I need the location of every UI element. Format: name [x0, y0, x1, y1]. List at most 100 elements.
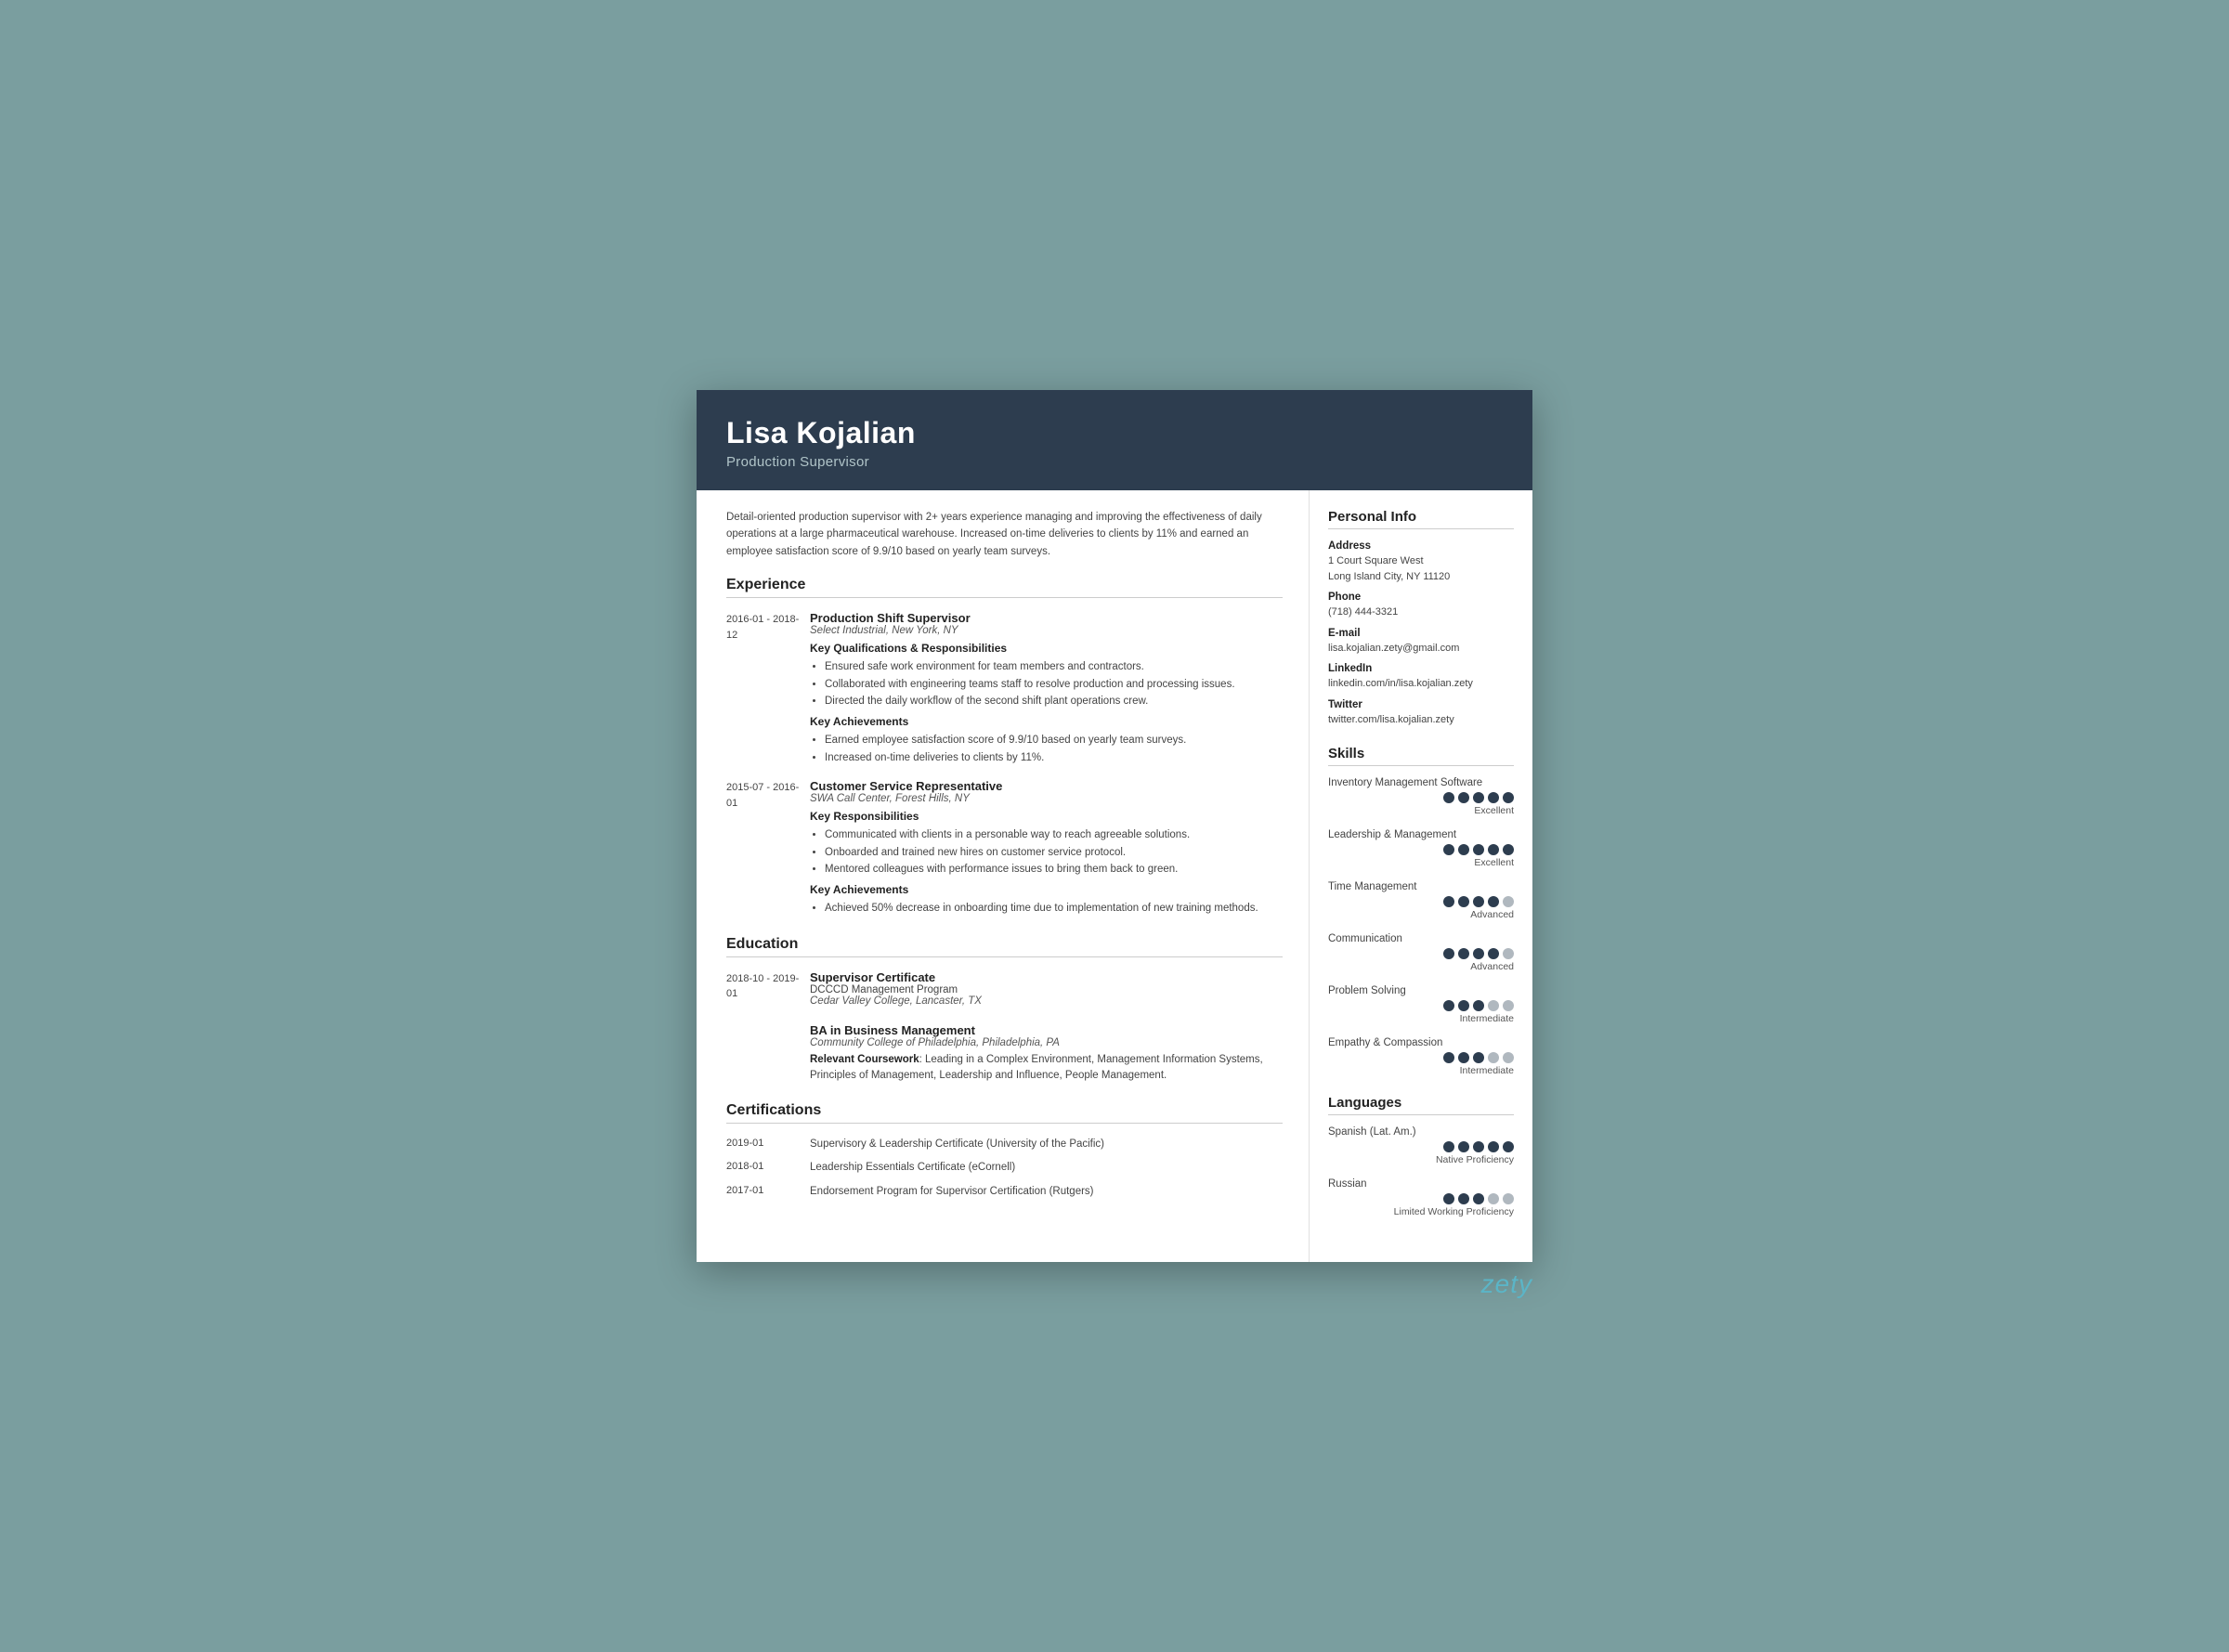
- skill-dot: [1443, 1000, 1454, 1011]
- skill-dot: [1488, 1000, 1499, 1011]
- skill-level: Advanced: [1328, 961, 1514, 972]
- education-item-2: BA in Business Management Community Coll…: [726, 1023, 1283, 1085]
- experience-item-2: 2015-07 - 2016-01 Customer Service Repre…: [726, 779, 1283, 917]
- skill-dot: [1503, 1052, 1514, 1063]
- address-value: 1 Court Square West Long Island City, NY…: [1328, 553, 1514, 584]
- skill-dots: [1328, 1000, 1514, 1011]
- language-dot: [1458, 1141, 1469, 1152]
- cert-text-1: Supervisory & Leadership Certificate (Un…: [810, 1137, 1283, 1152]
- skill-dot: [1443, 1052, 1454, 1063]
- email-label: E-mail: [1328, 628, 1514, 639]
- language-item: Russian Limited Working Proficiency: [1328, 1178, 1514, 1217]
- skill-dot: [1458, 948, 1469, 959]
- skill-dot: [1488, 792, 1499, 803]
- education-item-1: 2018-10 - 2019-01 Supervisor Certificate…: [726, 970, 1283, 1010]
- list-item: Communicated with clients in a personabl…: [825, 826, 1283, 843]
- education-section: Education 2018-10 - 2019-01 Supervisor C…: [726, 936, 1283, 1085]
- candidate-title: Production Supervisor: [726, 454, 1503, 470]
- edu-dates-1: 2018-10 - 2019-01: [726, 970, 810, 1010]
- twitter-label: Twitter: [1328, 699, 1514, 710]
- personal-info-section: Personal Info Address 1 Court Square Wes…: [1328, 509, 1514, 727]
- left-column: Detail-oriented production supervisor wi…: [697, 490, 1310, 1262]
- exp-achievements-label-1: Key Achievements: [810, 715, 1283, 728]
- skill-dot: [1458, 792, 1469, 803]
- list-item: Earned employee satisfaction score of 9.…: [825, 732, 1283, 748]
- edu-coursework-2: Relevant Coursework: Leading in a Comple…: [810, 1052, 1283, 1085]
- skill-dots: [1328, 948, 1514, 959]
- language-dots: [1328, 1141, 1514, 1152]
- resume-document: Lisa Kojalian Production Supervisor Deta…: [697, 390, 1532, 1262]
- zety-watermark: zety: [1481, 1269, 1532, 1299]
- language-dot: [1503, 1193, 1514, 1204]
- exp-qualifications-label-2: Key Responsibilities: [810, 810, 1283, 823]
- cert-item-2: 2018-01 Leadership Essentials Certificat…: [726, 1160, 1283, 1176]
- email-value: lisa.kojalian.zety@gmail.com: [1328, 641, 1514, 657]
- phone-value: (718) 444-3321: [1328, 605, 1514, 620]
- exp-qualifications-label-1: Key Qualifications & Responsibilities: [810, 642, 1283, 655]
- exp-qualifications-list-1: Ensured safe work environment for team m…: [810, 658, 1283, 709]
- certifications-section: Certifications 2019-01 Supervisory & Lea…: [726, 1102, 1283, 1200]
- skill-dot: [1503, 1000, 1514, 1011]
- skill-item: Time ManagementAdvanced: [1328, 881, 1514, 920]
- cert-date-1: 2019-01: [726, 1137, 810, 1152]
- language-name: Russian: [1328, 1178, 1514, 1190]
- skill-dot: [1443, 948, 1454, 959]
- skill-dots: [1328, 792, 1514, 803]
- linkedin-value: linkedin.com/in/lisa.kojalian.zety: [1328, 676, 1514, 692]
- skill-name: Empathy & Compassion: [1328, 1037, 1514, 1048]
- skill-dot: [1458, 1052, 1469, 1063]
- language-dot: [1488, 1193, 1499, 1204]
- language-dot: [1473, 1193, 1484, 1204]
- right-column: Personal Info Address 1 Court Square Wes…: [1310, 490, 1532, 1262]
- languages-section: Languages Spanish (Lat. Am.)Native Profi…: [1328, 1095, 1514, 1217]
- edu-dates-2: [726, 1023, 810, 1085]
- skill-dot: [1473, 948, 1484, 959]
- education-section-title: Education: [726, 936, 1283, 957]
- skill-dot: [1473, 1000, 1484, 1011]
- language-level: Limited Working Proficiency: [1328, 1206, 1514, 1217]
- skill-dots: [1328, 896, 1514, 907]
- linkedin-label: LinkedIn: [1328, 663, 1514, 674]
- skills-section: Skills Inventory Management SoftwareExce…: [1328, 746, 1514, 1076]
- candidate-name: Lisa Kojalian: [726, 416, 1503, 450]
- language-item: Spanish (Lat. Am.)Native Proficiency: [1328, 1126, 1514, 1165]
- skill-name: Time Management: [1328, 881, 1514, 892]
- exp-dates-1: 2016-01 - 2018-12: [726, 611, 810, 766]
- exp-job-title-1: Production Shift Supervisor: [810, 611, 1283, 625]
- edu-program-1: DCCCD Management Program: [810, 984, 1283, 995]
- edu-degree-1: Supervisor Certificate: [810, 970, 1283, 984]
- language-dots: [1328, 1193, 1514, 1204]
- exp-qualifications-list-2: Communicated with clients in a personabl…: [810, 826, 1283, 878]
- skill-dot: [1488, 896, 1499, 907]
- list-item: Onboarded and trained new hires on custo…: [825, 844, 1283, 861]
- skill-dots: [1328, 844, 1514, 855]
- skill-item: Problem SolvingIntermediate: [1328, 985, 1514, 1024]
- list-item: Mentored colleagues with performance iss…: [825, 861, 1283, 878]
- list-item: Directed the daily workflow of the secon…: [825, 693, 1283, 709]
- skill-dot: [1488, 948, 1499, 959]
- skill-dot: [1458, 1000, 1469, 1011]
- exp-content-1: Production Shift Supervisor Select Indus…: [810, 611, 1283, 766]
- exp-achievements-list-2: Achieved 50% decrease in onboarding time…: [810, 900, 1283, 917]
- skill-dot: [1473, 896, 1484, 907]
- exp-achievements-label-2: Key Achievements: [810, 883, 1283, 896]
- exp-company-1: Select Industrial, New York, NY: [810, 625, 1283, 636]
- certifications-section-title: Certifications: [726, 1102, 1283, 1124]
- language-dot: [1443, 1141, 1454, 1152]
- language-dot: [1443, 1193, 1454, 1204]
- list-item: Achieved 50% decrease in onboarding time…: [825, 900, 1283, 917]
- skills-title: Skills: [1328, 746, 1514, 766]
- skill-dot: [1458, 896, 1469, 907]
- cert-date-2: 2018-01: [726, 1160, 810, 1176]
- cert-text-3: Endorsement Program for Supervisor Certi…: [810, 1184, 1283, 1200]
- skill-item: Leadership & ManagementExcellent: [1328, 829, 1514, 868]
- languages-list: Spanish (Lat. Am.)Native Proficiency Russ…: [1328, 1126, 1514, 1217]
- skill-name: Inventory Management Software: [1328, 777, 1514, 788]
- phone-label: Phone: [1328, 592, 1514, 603]
- experience-section-title: Experience: [726, 577, 1283, 598]
- resume-header: Lisa Kojalian Production Supervisor: [697, 390, 1532, 490]
- skill-dot: [1458, 844, 1469, 855]
- edu-content-2: BA in Business Management Community Coll…: [810, 1023, 1283, 1085]
- skill-item: Empathy & CompassionIntermediate: [1328, 1037, 1514, 1076]
- resume-body: Detail-oriented production supervisor wi…: [697, 490, 1532, 1262]
